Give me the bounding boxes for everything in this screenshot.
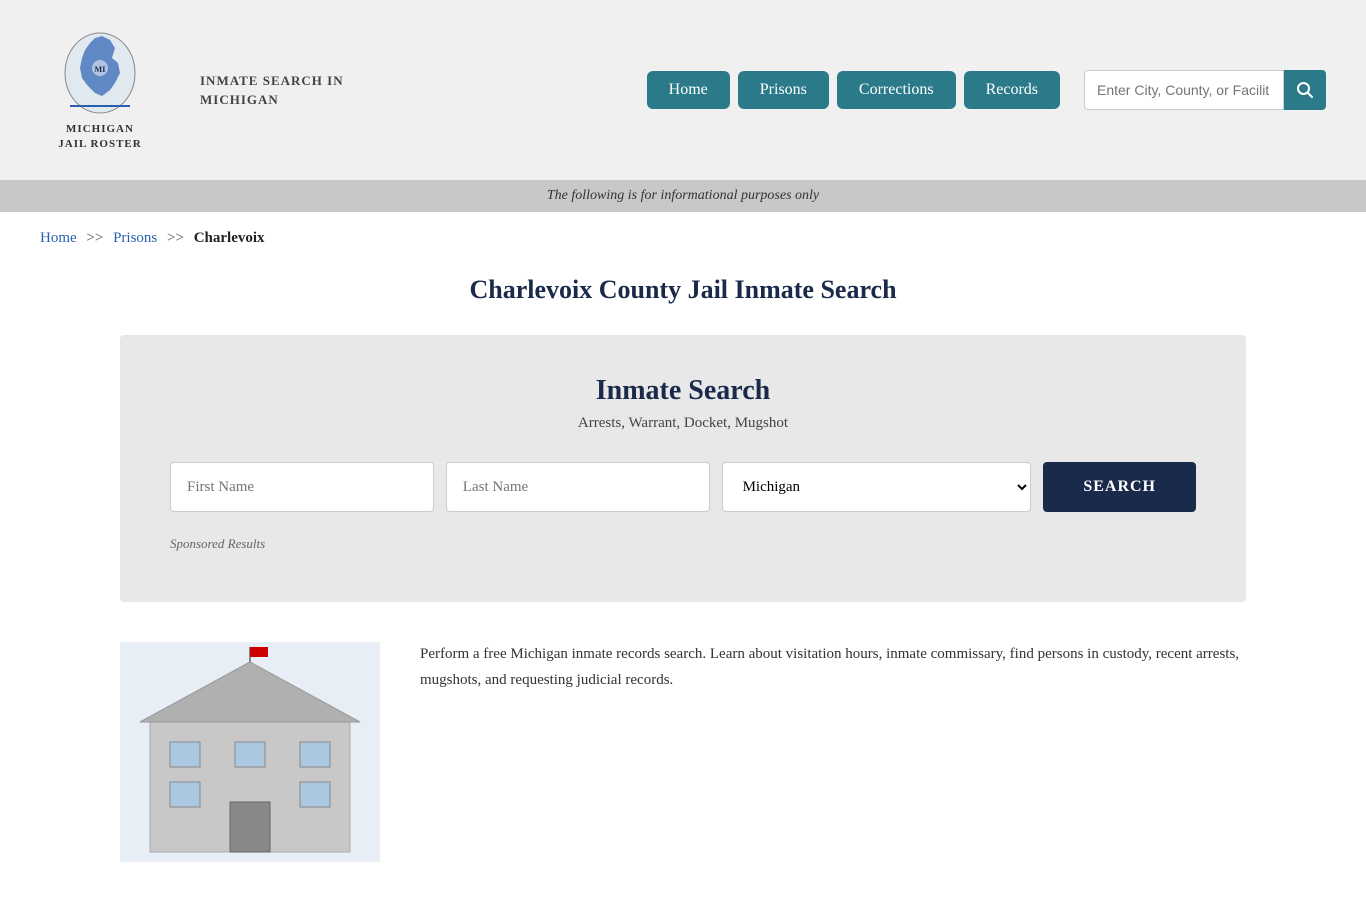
main-nav: Home Prisons Corrections Records — [647, 70, 1326, 110]
sponsored-results-label: Sponsored Results — [170, 536, 1196, 552]
breadcrumb-home-link[interactable]: Home — [40, 230, 77, 246]
search-icon — [1296, 81, 1314, 99]
nav-home-button[interactable]: Home — [647, 71, 730, 109]
search-card-title: Inmate Search — [170, 375, 1196, 407]
first-name-input[interactable] — [170, 462, 434, 512]
svg-text:MI: MI — [95, 65, 106, 74]
logo-area: MI MICHIGAN JAIL ROSTER — [40, 28, 160, 153]
header-search-input[interactable] — [1084, 70, 1284, 110]
site-header: MI MICHIGAN JAIL ROSTER INMATE SEARCH IN… — [0, 0, 1366, 180]
breadcrumb-prisons-link[interactable]: Prisons — [113, 230, 157, 246]
last-name-input[interactable] — [446, 462, 710, 512]
header-search-button[interactable] — [1284, 70, 1326, 110]
search-form: Michigan SEARCH — [170, 462, 1196, 512]
logo-text: MICHIGAN JAIL ROSTER — [58, 122, 141, 153]
site-title: INMATE SEARCH IN MICHIGAN — [200, 71, 344, 110]
nav-prisons-button[interactable]: Prisons — [738, 71, 829, 109]
search-card: Inmate Search Arrests, Warrant, Docket, … — [120, 335, 1246, 602]
breadcrumb-current: Charlevoix — [194, 230, 265, 246]
search-card-subtitle: Arrests, Warrant, Docket, Mugshot — [170, 415, 1196, 432]
building-illustration — [120, 642, 380, 867]
logo-icon: MI — [60, 28, 140, 118]
state-select[interactable]: Michigan — [722, 462, 1032, 512]
info-bar: The following is for informational purpo… — [0, 180, 1366, 212]
search-submit-button[interactable]: SEARCH — [1043, 462, 1196, 512]
breadcrumb-sep2: >> — [167, 230, 184, 246]
breadcrumb: Home >> Prisons >> Charlevoix — [0, 212, 1366, 265]
nav-records-button[interactable]: Records — [964, 71, 1060, 109]
page-title: Charlevoix County Jail Inmate Search — [0, 275, 1366, 305]
bottom-description: Perform a free Michigan inmate records s… — [420, 642, 1246, 693]
breadcrumb-sep1: >> — [86, 230, 103, 246]
bottom-section: Perform a free Michigan inmate records s… — [0, 602, 1366, 907]
header-search — [1084, 70, 1326, 110]
nav-corrections-button[interactable]: Corrections — [837, 71, 956, 109]
